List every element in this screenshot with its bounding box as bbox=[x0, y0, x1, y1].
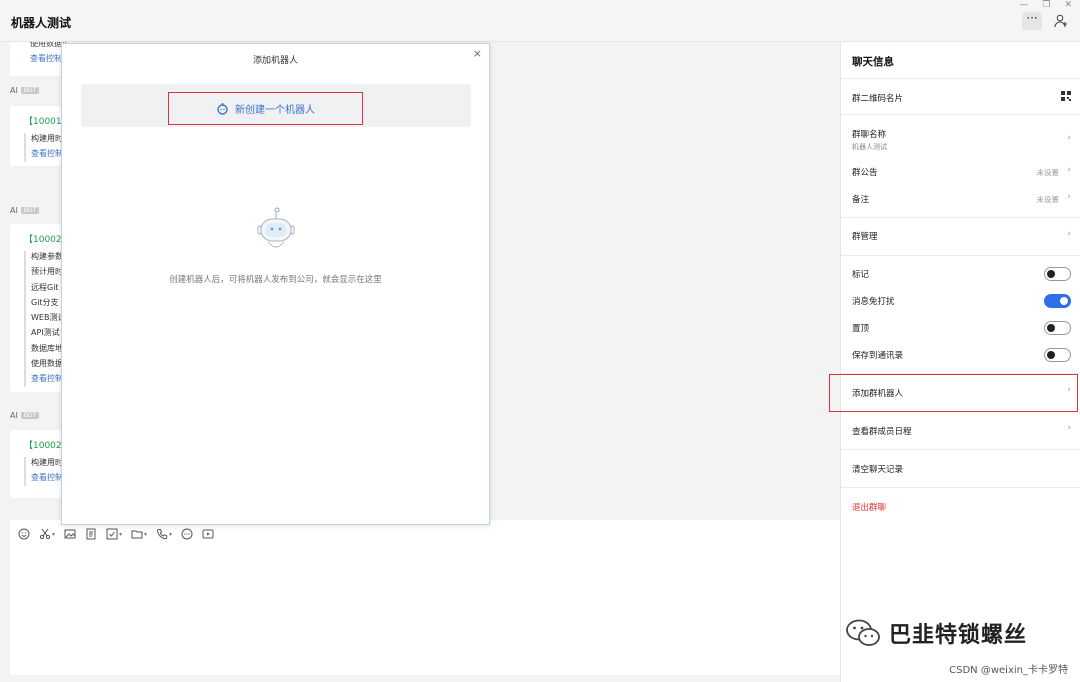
clear-history-row[interactable]: 清空聊天记录 bbox=[841, 460, 1080, 480]
bot-badge: BOT bbox=[20, 207, 40, 214]
empty-state-text: 创建机器人后，可将机器人发布到公司，就会显示在这里 bbox=[169, 275, 382, 285]
watermark: 巴韭特锁螺丝 bbox=[845, 617, 1027, 649]
divider bbox=[841, 449, 1080, 450]
group-manage-row[interactable]: 群管理 › bbox=[841, 228, 1080, 248]
group-name-row[interactable]: 群聊名称 机器人测试 › bbox=[841, 126, 1080, 154]
divider bbox=[841, 487, 1080, 488]
remark-label: 备注 bbox=[852, 195, 870, 205]
group-notice-value: 未设置 bbox=[1036, 168, 1060, 177]
ai-sender-tag: AI BOT bbox=[10, 411, 40, 420]
phone-icon[interactable]: ▾ bbox=[156, 528, 172, 540]
panel-title: 聊天信息 bbox=[852, 56, 894, 68]
remark-row[interactable]: 备注 未设置 › bbox=[841, 191, 1080, 211]
image-icon[interactable] bbox=[64, 528, 76, 540]
wechat-icon bbox=[846, 619, 880, 646]
member-schedule-label: 查看群成员日程 bbox=[852, 427, 912, 437]
chat-more-icon[interactable] bbox=[181, 528, 193, 540]
create-robot-label: 新创建一个机器人 bbox=[235, 105, 315, 116]
ai-label: AI bbox=[10, 411, 18, 420]
divider bbox=[841, 78, 1080, 79]
restore-icon[interactable]: ❐ bbox=[1042, 0, 1050, 10]
mute-toggle[interactable] bbox=[1044, 294, 1071, 308]
watermark-text: 巴韭特锁螺丝 bbox=[889, 623, 1028, 648]
robot-icon bbox=[217, 103, 228, 115]
highlight-box bbox=[829, 374, 1078, 412]
toggle-row-mute: 消息免打扰 bbox=[841, 292, 1080, 312]
screenshot-icon[interactable]: ▾ bbox=[39, 528, 55, 540]
task-icon[interactable]: ▾ bbox=[106, 528, 122, 540]
chat-title: 机器人测试 bbox=[11, 16, 72, 30]
add-member-icon[interactable] bbox=[1052, 12, 1070, 30]
mark-toggle[interactable] bbox=[1044, 267, 1071, 281]
chevron-right-icon: › bbox=[1067, 229, 1071, 239]
divider bbox=[841, 217, 1080, 218]
ai-label: AI bbox=[10, 86, 18, 95]
ai-sender-tag: AI BOT bbox=[10, 206, 40, 215]
more-options-button[interactable]: ··· bbox=[1022, 12, 1042, 30]
group-name-label: 群聊名称 bbox=[852, 130, 887, 140]
create-robot-bar: 新创建一个机器人 bbox=[81, 84, 471, 127]
robot-illustration-icon bbox=[255, 205, 297, 258]
qr-card-row[interactable]: 群二维码名片 bbox=[841, 90, 1080, 114]
header-actions: ··· bbox=[1022, 12, 1070, 30]
close-window-icon[interactable]: ✕ bbox=[1064, 0, 1072, 10]
toggle-row-save: 保存到通讯录 bbox=[841, 346, 1080, 366]
group-manage-label: 群管理 bbox=[852, 232, 878, 242]
title-bar: 机器人测试 — ❐ ✕ ··· bbox=[0, 0, 1080, 42]
pin-toggle[interactable] bbox=[1044, 321, 1071, 335]
mute-label: 消息免打扰 bbox=[852, 297, 895, 307]
qr-card-label: 群二维码名片 bbox=[852, 94, 904, 104]
folder-icon[interactable]: ▾ bbox=[131, 528, 147, 540]
dialog-title: 添加机器人 bbox=[252, 56, 298, 66]
divider bbox=[841, 255, 1080, 256]
csdn-watermark: CSDN @weixin_卡卡罗特 bbox=[949, 665, 1068, 676]
live-icon[interactable] bbox=[202, 528, 214, 540]
group-name-value: 机器人测试 bbox=[852, 143, 887, 151]
group-notice-label: 群公告 bbox=[852, 168, 878, 178]
member-schedule-row[interactable]: 查看群成员日程 › bbox=[841, 422, 1080, 442]
minimize-icon[interactable]: — bbox=[1019, 0, 1028, 10]
message-input-area[interactable]: ▾ ▾ ▾ ▾ bbox=[10, 520, 840, 675]
chevron-right-icon: › bbox=[1067, 165, 1071, 175]
chevron-right-icon: › bbox=[1067, 133, 1071, 143]
save-contacts-toggle[interactable] bbox=[1044, 348, 1071, 362]
bot-badge: BOT bbox=[20, 87, 40, 94]
emoji-icon[interactable] bbox=[18, 528, 30, 540]
divider bbox=[841, 114, 1080, 115]
toggle-row-pin: 置顶 bbox=[841, 319, 1080, 339]
mark-label: 标记 bbox=[852, 270, 870, 280]
chat-info-panel: 聊天信息 群二维码名片 群聊名称 机器人测试 › 群公告 未设置 › 备注 未设… bbox=[840, 42, 1080, 682]
add-robot-dialog: 添加机器人 × 新创建一个机器人 创建机器人后，可将机器人发布到公司，就会显示在… bbox=[61, 43, 490, 525]
window-controls: — ❐ ✕ bbox=[1019, 0, 1072, 10]
document-icon[interactable] bbox=[85, 528, 97, 540]
save-contacts-label: 保存到通讯录 bbox=[852, 351, 904, 361]
chevron-right-icon: › bbox=[1067, 192, 1071, 202]
clear-history-label: 清空聊天记录 bbox=[852, 465, 904, 475]
chevron-right-icon: › bbox=[1067, 423, 1071, 433]
create-robot-button[interactable]: 新创建一个机器人 bbox=[168, 92, 363, 125]
close-icon[interactable]: × bbox=[473, 47, 482, 60]
bot-badge: BOT bbox=[20, 412, 40, 419]
qr-code-icon bbox=[1061, 91, 1071, 101]
quit-group-row[interactable]: 退出群聊 bbox=[841, 498, 1080, 518]
remark-value: 未设置 bbox=[1036, 195, 1060, 204]
ai-label: AI bbox=[10, 206, 18, 215]
quit-group-label: 退出群聊 bbox=[852, 503, 887, 513]
ai-sender-tag: AI BOT bbox=[10, 86, 40, 95]
group-notice-row[interactable]: 群公告 未设置 › bbox=[841, 164, 1080, 184]
input-toolbar: ▾ ▾ ▾ ▾ bbox=[18, 528, 214, 540]
toggle-row-mark: 标记 bbox=[841, 265, 1080, 285]
pin-label: 置顶 bbox=[852, 324, 870, 334]
